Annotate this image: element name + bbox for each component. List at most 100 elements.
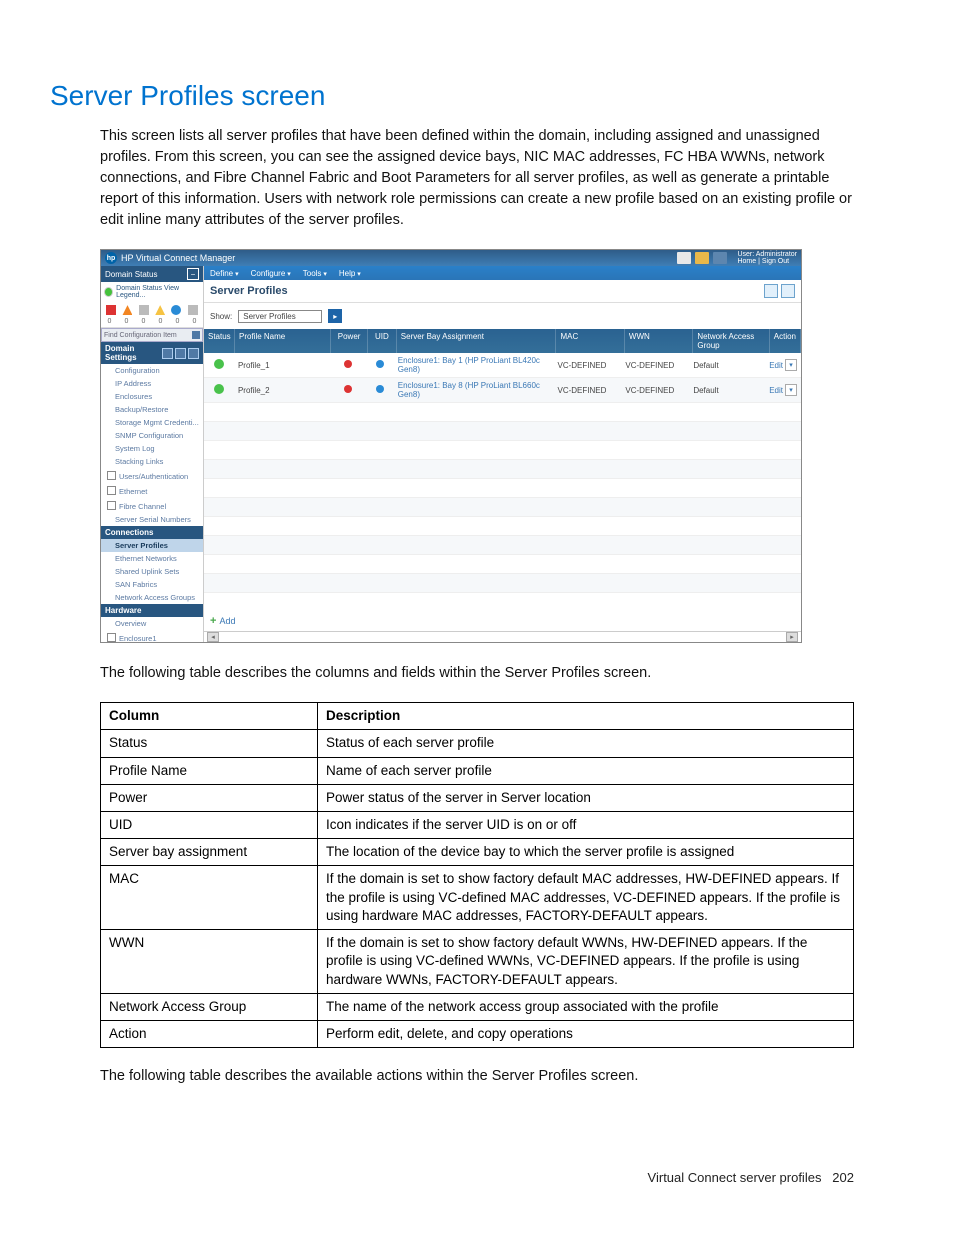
th-column: Column bbox=[101, 703, 318, 730]
col-profile-name[interactable]: Profile Name bbox=[235, 329, 331, 353]
unknown-icon[interactable] bbox=[139, 305, 149, 315]
sidebar-item[interactable]: Overview bbox=[101, 617, 203, 630]
panel-title: Server Profiles bbox=[210, 285, 288, 297]
cell-bay[interactable]: Enclosure1: Bay 8 (HP ProLiant BL660c Ge… bbox=[394, 378, 554, 402]
collapse-icon[interactable]: − bbox=[187, 268, 199, 280]
h-scrollbar[interactable]: ◂ ▸ bbox=[204, 631, 801, 642]
critical-icon[interactable] bbox=[106, 305, 116, 315]
scroll-right-icon[interactable]: ▸ bbox=[786, 632, 798, 642]
col-mac[interactable]: MAC bbox=[556, 329, 624, 353]
col-bay[interactable]: Server Bay Assignment bbox=[397, 329, 557, 353]
panel-icon[interactable] bbox=[162, 348, 173, 359]
topbar-icon[interactable] bbox=[695, 252, 709, 264]
edit-button[interactable]: Edit▾ bbox=[769, 359, 797, 371]
grid-row[interactable]: Profile_1 Enclosure1: Bay 1 (HP ProLiant… bbox=[204, 353, 801, 378]
info-icon[interactable] bbox=[171, 305, 181, 315]
col-action[interactable]: Action bbox=[770, 329, 801, 353]
cell-name: Profile_1 bbox=[234, 358, 330, 373]
show-select[interactable]: Server Profiles bbox=[238, 310, 322, 323]
cell-wwn: VC-DEFINED bbox=[621, 383, 689, 398]
domain-status-line[interactable]: Domain Status View Legend... bbox=[101, 282, 203, 302]
cell-bay[interactable]: Enclosure1: Bay 1 (HP ProLiant BL420c Ge… bbox=[394, 353, 554, 377]
expand-icon[interactable] bbox=[107, 633, 116, 642]
table-row: WWNIf the domain is set to show factory … bbox=[101, 930, 854, 994]
grid-row[interactable]: Profile_2 Enclosure1: Bay 8 (HP ProLiant… bbox=[204, 378, 801, 403]
sidebar-item[interactable]: Configuration bbox=[101, 364, 203, 377]
sidebar-item[interactable]: Enclosure1 bbox=[101, 630, 203, 642]
grid-row-empty bbox=[204, 498, 801, 517]
sidebar-item[interactable]: Ethernet Networks bbox=[101, 552, 203, 565]
sidebar-item[interactable]: Fibre Channel bbox=[101, 498, 203, 513]
sidebar-item[interactable]: Network Access Groups bbox=[101, 591, 203, 604]
main-panel: Define Configure Tools Help Server Profi… bbox=[204, 266, 801, 642]
dropdown-icon[interactable]: ▾ bbox=[785, 384, 797, 396]
th-description: Description bbox=[318, 703, 854, 730]
menu-tools[interactable]: Tools bbox=[303, 269, 327, 278]
sidebar-item[interactable]: Enclosures bbox=[101, 390, 203, 403]
scroll-left-icon[interactable]: ◂ bbox=[207, 632, 219, 642]
cell-nag: Default bbox=[689, 383, 765, 398]
show-go-button[interactable]: ▸ bbox=[328, 309, 342, 323]
grid-row-empty bbox=[204, 517, 801, 536]
col-status[interactable]: Status bbox=[204, 329, 235, 353]
sidebar-item[interactable]: Users/Authentication bbox=[101, 468, 203, 483]
topbar-icon[interactable] bbox=[677, 252, 691, 264]
sidebar-item[interactable]: SNMP Configuration bbox=[101, 429, 203, 442]
grid-row-empty bbox=[204, 574, 801, 593]
col-wwn[interactable]: WWN bbox=[625, 329, 693, 353]
sidebar-item[interactable]: Backup/Restore bbox=[101, 403, 203, 416]
expand-icon[interactable] bbox=[107, 501, 116, 510]
find-config-input[interactable]: Find Configuration Item bbox=[101, 328, 203, 342]
add-button[interactable]: + Add bbox=[204, 611, 801, 631]
sidebar: Domain Status − Domain Status View Legen… bbox=[101, 266, 204, 642]
table-row: ActionPerform edit, delete, and copy ope… bbox=[101, 1020, 854, 1047]
user-box[interactable]: User: Administrator Home | Sign Out bbox=[737, 251, 797, 265]
topbar-icon[interactable] bbox=[713, 252, 727, 264]
sidebar-item[interactable]: IP Address bbox=[101, 377, 203, 390]
table-row: StatusStatus of each server profile bbox=[101, 730, 854, 757]
sidebar-item[interactable]: Shared Uplink Sets bbox=[101, 565, 203, 578]
sidebar-item[interactable]: System Log bbox=[101, 442, 203, 455]
print-icon[interactable] bbox=[764, 284, 778, 298]
domain-settings-header[interactable]: Domain Settings bbox=[101, 342, 203, 364]
sidebar-item[interactable]: SAN Fabrics bbox=[101, 578, 203, 591]
hp-logo-icon: hp bbox=[105, 252, 117, 264]
expand-icon[interactable] bbox=[107, 486, 116, 495]
sidebar-item[interactable]: Server Serial Numbers bbox=[101, 513, 203, 526]
sidebar-item[interactable]: Stacking Links bbox=[101, 455, 203, 468]
edit-button[interactable]: Edit▾ bbox=[769, 384, 797, 396]
sidebar-item[interactable]: Storage Mgmt Credenti... bbox=[101, 416, 203, 429]
table-row: Network Access GroupThe name of the netw… bbox=[101, 993, 854, 1020]
col-uid[interactable]: UID bbox=[368, 329, 397, 353]
other-icon[interactable] bbox=[188, 305, 198, 315]
panel-icon[interactable] bbox=[175, 348, 186, 359]
app-screenshot: hp HP Virtual Connect Manager User: Admi… bbox=[100, 249, 802, 643]
domain-status-header[interactable]: Domain Status − bbox=[101, 266, 203, 282]
menu-help[interactable]: Help bbox=[339, 269, 361, 278]
menu-configure[interactable]: Configure bbox=[251, 269, 291, 278]
app-title: HP Virtual Connect Manager bbox=[121, 253, 235, 263]
cell-mac: VC-DEFINED bbox=[554, 358, 622, 373]
scroll-up-icon[interactable] bbox=[188, 348, 199, 359]
sidebar-item-server-profiles[interactable]: Server Profiles bbox=[101, 539, 203, 552]
menu-define[interactable]: Define bbox=[210, 269, 239, 278]
warning-icon[interactable] bbox=[122, 305, 132, 315]
sidebar-item[interactable]: Ethernet bbox=[101, 483, 203, 498]
dropdown-icon[interactable]: ▾ bbox=[785, 359, 797, 371]
hardware-header[interactable]: Hardware bbox=[101, 604, 203, 617]
help-icon[interactable] bbox=[781, 284, 795, 298]
actions-intro: The following table describes the availa… bbox=[100, 1066, 854, 1087]
profiles-grid: Status Profile Name Power UID Server Bay… bbox=[204, 329, 801, 611]
show-label: Show: bbox=[210, 312, 232, 321]
chevron-down-icon[interactable] bbox=[192, 331, 200, 339]
caution-icon[interactable] bbox=[155, 305, 165, 315]
table-row: Profile NameName of each server profile bbox=[101, 757, 854, 784]
col-power[interactable]: Power bbox=[331, 329, 368, 353]
col-nag[interactable]: Network Access Group bbox=[693, 329, 769, 353]
cell-name: Profile_2 bbox=[234, 383, 330, 398]
cell-mac: VC-DEFINED bbox=[554, 383, 622, 398]
grid-row-empty bbox=[204, 422, 801, 441]
expand-icon[interactable] bbox=[107, 471, 116, 480]
app-titlebar: hp HP Virtual Connect Manager User: Admi… bbox=[101, 250, 801, 266]
connections-header[interactable]: Connections bbox=[101, 526, 203, 539]
